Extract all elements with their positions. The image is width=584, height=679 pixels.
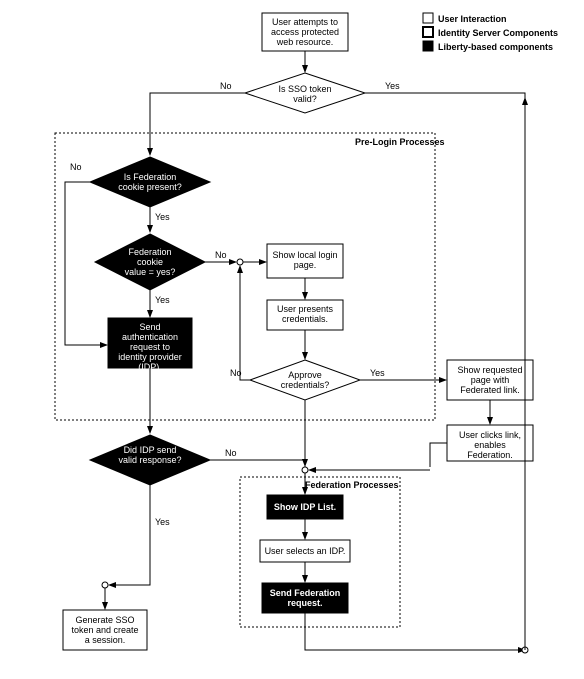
svg-text:Approve: Approve: [288, 370, 322, 380]
node-user-presents: User presents credentials.: [267, 300, 343, 330]
legend-user: User Interaction: [438, 14, 507, 24]
svg-text:cookie present?: cookie present?: [118, 182, 182, 192]
svg-text:Send Federation: Send Federation: [270, 588, 341, 598]
svg-text:credentials.: credentials.: [282, 314, 328, 324]
svg-text:Yes: Yes: [155, 212, 170, 222]
legend-liberty: Liberty-based components: [438, 42, 553, 52]
flowchart: User Interaction Identity Server Compone…: [10, 10, 574, 669]
svg-text:User presents: User presents: [277, 304, 334, 314]
svg-text:enables: enables: [474, 440, 506, 450]
svg-text:Show local login: Show local login: [272, 250, 337, 260]
node-generate-sso: Generate SSO token and create a session.: [63, 610, 147, 650]
node-user-selects: User selects an IDP.: [260, 540, 350, 562]
svg-text:access protected: access protected: [271, 27, 339, 37]
svg-text:Is Federation: Is Federation: [124, 172, 177, 182]
svg-text:web resource.: web resource.: [276, 37, 334, 47]
svg-text:credentials?: credentials?: [281, 380, 330, 390]
node-show-login: Show local login page.: [267, 244, 343, 278]
svg-text:Did IDP send: Did IDP send: [124, 445, 177, 455]
svg-text:Send: Send: [139, 322, 160, 332]
svg-text:request to: request to: [130, 342, 170, 352]
node-fed-cookie-present: Is Federation cookie present?: [90, 157, 210, 207]
node-show-idp-list: Show IDP List.: [267, 495, 343, 519]
label-yes: Yes: [385, 81, 400, 91]
svg-text:page with: page with: [471, 375, 510, 385]
svg-text:User selects an IDP.: User selects an IDP.: [265, 546, 346, 556]
svg-text:Show IDP List.: Show IDP List.: [274, 502, 336, 512]
label-no: No: [220, 81, 232, 91]
svg-text:request.: request.: [287, 598, 322, 608]
node-send-fed-req: Send Federation request.: [262, 583, 348, 613]
svg-text:No: No: [225, 448, 237, 458]
svg-text:value = yes?: value = yes?: [125, 267, 176, 277]
node-did-idp: Did IDP send valid response?: [90, 435, 210, 485]
node-start: User attempts to access protected web re…: [262, 13, 348, 51]
svg-text:cookie: cookie: [137, 257, 163, 267]
node-send-auth: Send authentication request to identity …: [108, 318, 192, 372]
svg-text:User attempts to: User attempts to: [272, 17, 338, 27]
svg-text:Yes: Yes: [370, 368, 385, 378]
svg-text:token and create: token and create: [71, 625, 138, 635]
svg-text:Is SSO token: Is SSO token: [278, 84, 331, 94]
node-user-clicks: User clicks link, enables Federation.: [447, 425, 533, 461]
svg-text:Federation.: Federation.: [467, 450, 513, 460]
node-show-requested: Show requested page with Federated link.: [447, 360, 533, 400]
svg-text:identity provider: identity provider: [118, 352, 182, 362]
svg-text:valid?: valid?: [293, 94, 317, 104]
svg-text:Yes: Yes: [155, 295, 170, 305]
svg-text:Show requested: Show requested: [457, 365, 522, 375]
svg-text:Generate SSO: Generate SSO: [75, 615, 134, 625]
svg-text:page.: page.: [294, 260, 317, 270]
svg-text:Yes: Yes: [155, 517, 170, 527]
svg-text:Federated link.: Federated link.: [460, 385, 520, 395]
node-approve: Approve credentials?: [250, 360, 360, 400]
legend: User Interaction Identity Server Compone…: [423, 13, 558, 52]
svg-text:No: No: [70, 162, 82, 172]
svg-text:Federation: Federation: [128, 247, 171, 257]
svg-text:valid response?: valid response?: [118, 455, 181, 465]
node-sso-valid: Is SSO token valid?: [245, 73, 365, 113]
svg-text:User clicks link,: User clicks link,: [459, 430, 521, 440]
group-prelogin-label: Pre-Login Processes: [355, 137, 445, 147]
legend-identity: Identity Server Components: [438, 28, 558, 38]
svg-text:a session.: a session.: [85, 635, 126, 645]
node-fed-cookie-yes: Federation cookie value = yes?: [95, 234, 205, 290]
svg-text:No: No: [215, 250, 227, 260]
group-federation-label: Federation Processes: [305, 480, 399, 490]
svg-text:authentication: authentication: [122, 332, 178, 342]
